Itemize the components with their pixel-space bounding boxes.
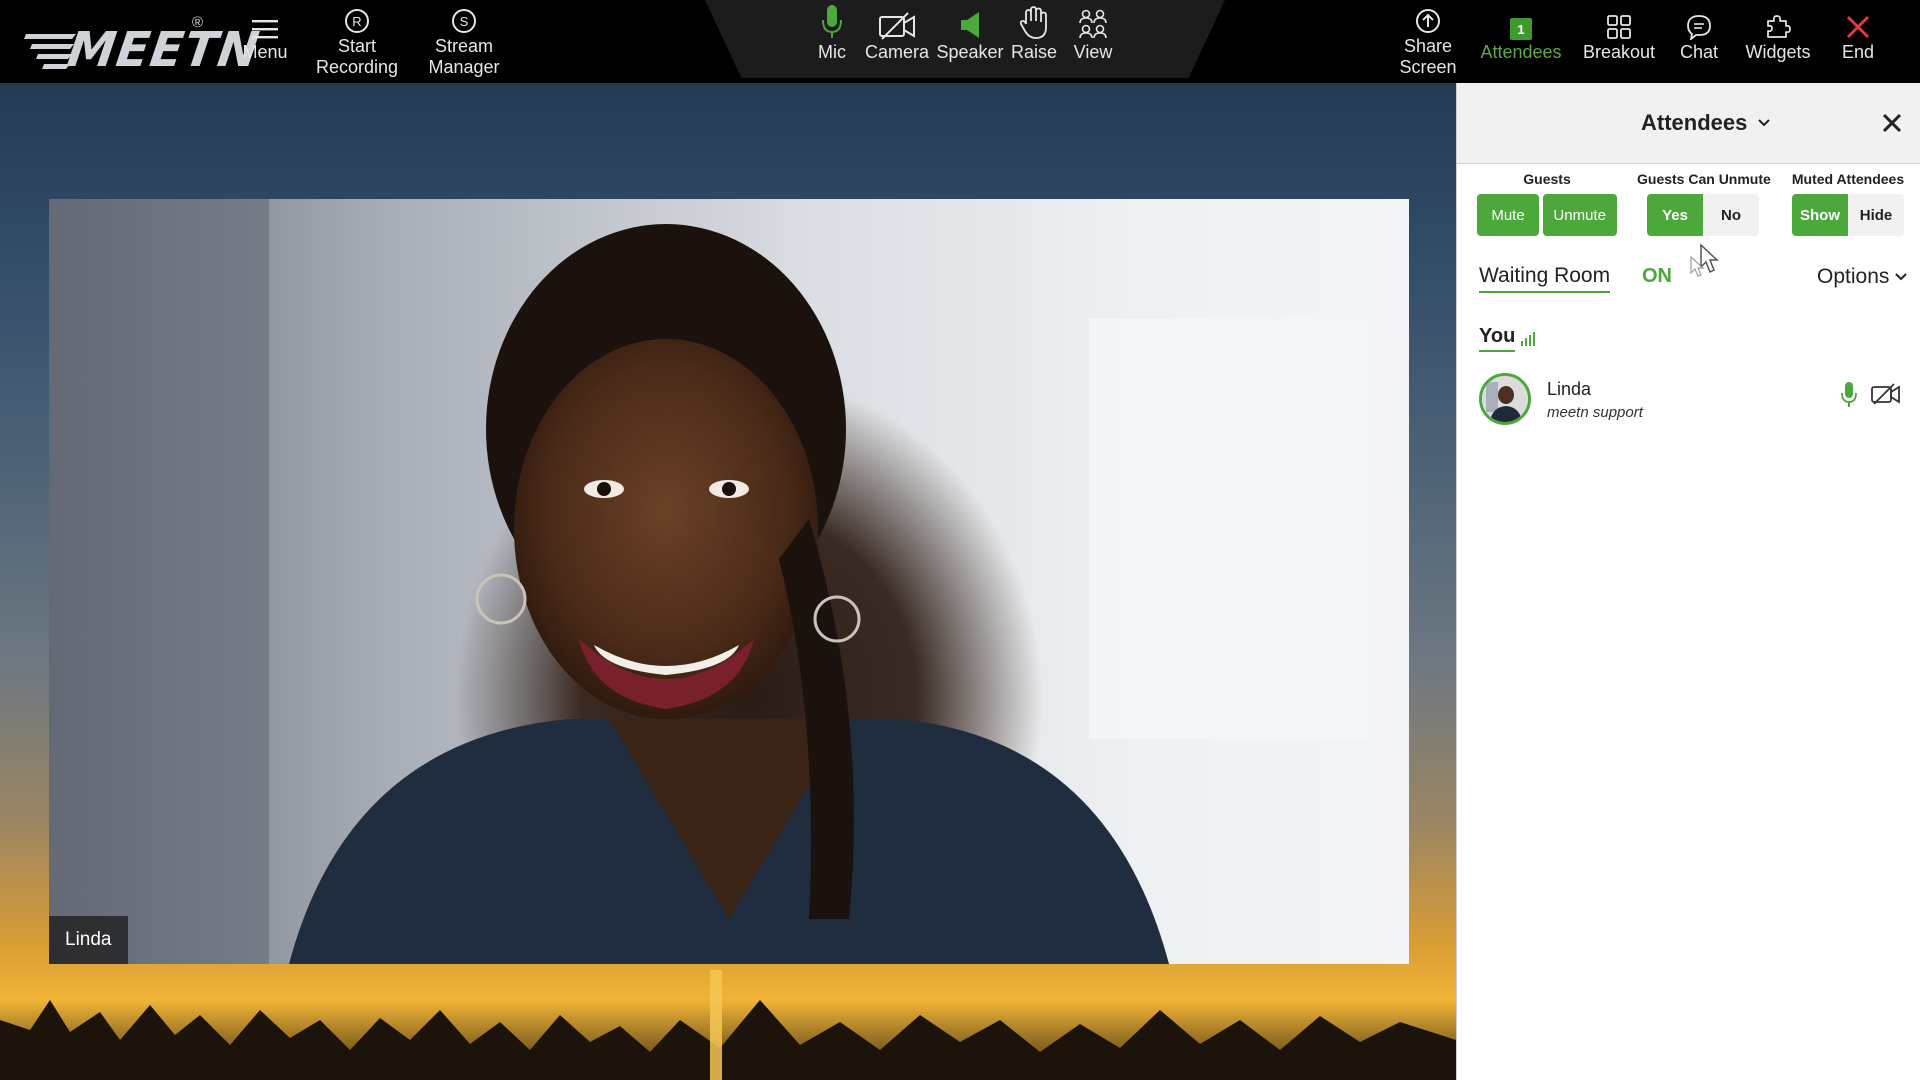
guests-can-unmute-group: Guests Can Unmute Yes No <box>1637 171 1771 236</box>
participant-video-frame <box>49 199 1369 964</box>
panel-title-dropdown[interactable]: Attendees <box>1641 110 1771 136</box>
menu-label: Menu <box>242 42 288 62</box>
mic-on-icon[interactable] <box>1841 381 1857 409</box>
view-button[interactable]: View <box>1072 6 1114 80</box>
background-treeline <box>0 970 1456 1080</box>
attendee-name: Linda <box>1547 379 1592 399</box>
stream-manager-label-2: Manager <box>428 57 500 77</box>
mic-button[interactable]: Mic <box>812 5 852 80</box>
svg-text:R: R <box>352 14 361 29</box>
speaker-button[interactable]: Speaker <box>936 6 1004 80</box>
share-screen-button[interactable]: Share Screen <box>1394 6 1462 80</box>
guests-can-unmute-label: Guests Can Unmute <box>1637 171 1771 187</box>
breakout-label: Breakout <box>1582 42 1656 62</box>
attendee-row[interactable]: Linda meetn support <box>1479 371 1909 431</box>
share-screen-icon <box>1416 9 1440 33</box>
start-recording-label-1: Start <box>337 36 376 56</box>
avatar-photo <box>1482 376 1528 422</box>
chat-button[interactable]: Chat <box>1676 6 1722 80</box>
video-stage: Linda <box>0 83 1456 1080</box>
mute-guests-button[interactable]: Mute <box>1477 194 1539 236</box>
signal-strength-icon <box>1521 332 1535 346</box>
unmute-guests-button[interactable]: Unmute <box>1542 194 1617 236</box>
camera-off-icon[interactable] <box>1871 383 1901 405</box>
waiting-room-tab[interactable]: Waiting Room <box>1479 264 1611 293</box>
camera-label: Camera <box>864 42 930 62</box>
show-muted-button[interactable]: Show <box>1792 194 1848 236</box>
mic-label: Mic <box>818 42 846 62</box>
participant-video-tile[interactable] <box>49 199 1409 964</box>
menu-button[interactable]: Menu <box>236 6 294 80</box>
chevron-down-icon <box>1758 119 1771 127</box>
panel-header: Attendees <box>1457 83 1920 164</box>
breakout-button[interactable]: Breakout <box>1580 6 1658 80</box>
logo-registered-mark: ® <box>192 14 204 31</box>
guests-group: Guests Mute Unmute <box>1477 171 1617 236</box>
puzzle-icon <box>1767 15 1791 38</box>
svg-text:S: S <box>460 14 469 29</box>
record-icon: R <box>345 9 369 33</box>
share-screen-label-2: Screen <box>1399 57 1457 77</box>
attendees-label: Attendees <box>1480 42 1562 62</box>
muted-attendees-group: Muted Attendees Show Hide <box>1783 171 1913 236</box>
view-grid-icon <box>1079 9 1107 39</box>
camera-button[interactable]: Camera <box>864 6 930 80</box>
chevron-down-icon <box>1895 273 1908 281</box>
widgets-label: Widgets <box>1745 42 1811 62</box>
start-recording-label-2: Recording <box>315 57 399 77</box>
waiting-room-status[interactable]: ON <box>1642 265 1672 288</box>
avatar <box>1479 373 1531 425</box>
attendees-button[interactable]: 1 Attendees <box>1478 6 1564 80</box>
mouse-cursor-icon <box>1690 243 1719 277</box>
widgets-button[interactable]: Widgets <box>1742 6 1814 80</box>
stream-manager-label-1: Stream <box>434 36 494 56</box>
breakout-icon <box>1607 15 1631 39</box>
mic-icon <box>822 5 842 38</box>
logo-wordmark: MEETN <box>64 22 264 78</box>
stream-icon: S <box>452 9 476 33</box>
hide-muted-button[interactable]: Hide <box>1848 194 1904 236</box>
guests-can-unmute-no-button[interactable]: No <box>1703 194 1759 236</box>
guests-can-unmute-yes-button[interactable]: Yes <box>1647 194 1703 236</box>
raise-hand-icon <box>1019 6 1047 39</box>
start-recording-button[interactable]: R Start Recording <box>314 6 400 80</box>
raise-label: Raise <box>1010 42 1058 62</box>
end-label: End <box>1841 42 1875 62</box>
attendees-count-badge: 1 <box>1510 18 1532 40</box>
chat-icon <box>1687 15 1711 40</box>
speaker-icon <box>961 12 979 38</box>
options-dropdown[interactable]: Options <box>1817 265 1908 289</box>
muted-attendees-label: Muted Attendees <box>1791 171 1905 187</box>
panel-title: Attendees <box>1641 110 1748 135</box>
top-toolbar: MEETN ® Menu R Start Recording S Stream … <box>0 0 1920 83</box>
end-meeting-button[interactable]: End <box>1836 6 1880 80</box>
stream-manager-button[interactable]: S Stream Manager <box>424 6 504 80</box>
view-label: View <box>1073 42 1113 62</box>
close-panel-icon[interactable] <box>1879 110 1905 136</box>
speaker-label: Speaker <box>936 42 1004 62</box>
participant-name-tag: Linda <box>49 916 128 964</box>
attendees-panel: Attendees Guests Mute Unmute Guests Can … <box>1456 83 1920 1080</box>
meetn-logo: MEETN ® <box>24 14 263 78</box>
hamburger-icon <box>252 20 278 39</box>
raise-hand-button[interactable]: Raise <box>1010 6 1058 80</box>
options-label: Options <box>1817 265 1890 288</box>
guests-label: Guests <box>1523 171 1571 187</box>
chat-label: Chat <box>1679 42 1719 62</box>
share-screen-label-1: Share <box>1403 36 1453 56</box>
attendee-organization: meetn support <box>1547 404 1643 421</box>
you-section-label: You <box>1479 325 1516 352</box>
camera-off-icon <box>879 12 915 40</box>
close-x-icon <box>1846 15 1870 39</box>
